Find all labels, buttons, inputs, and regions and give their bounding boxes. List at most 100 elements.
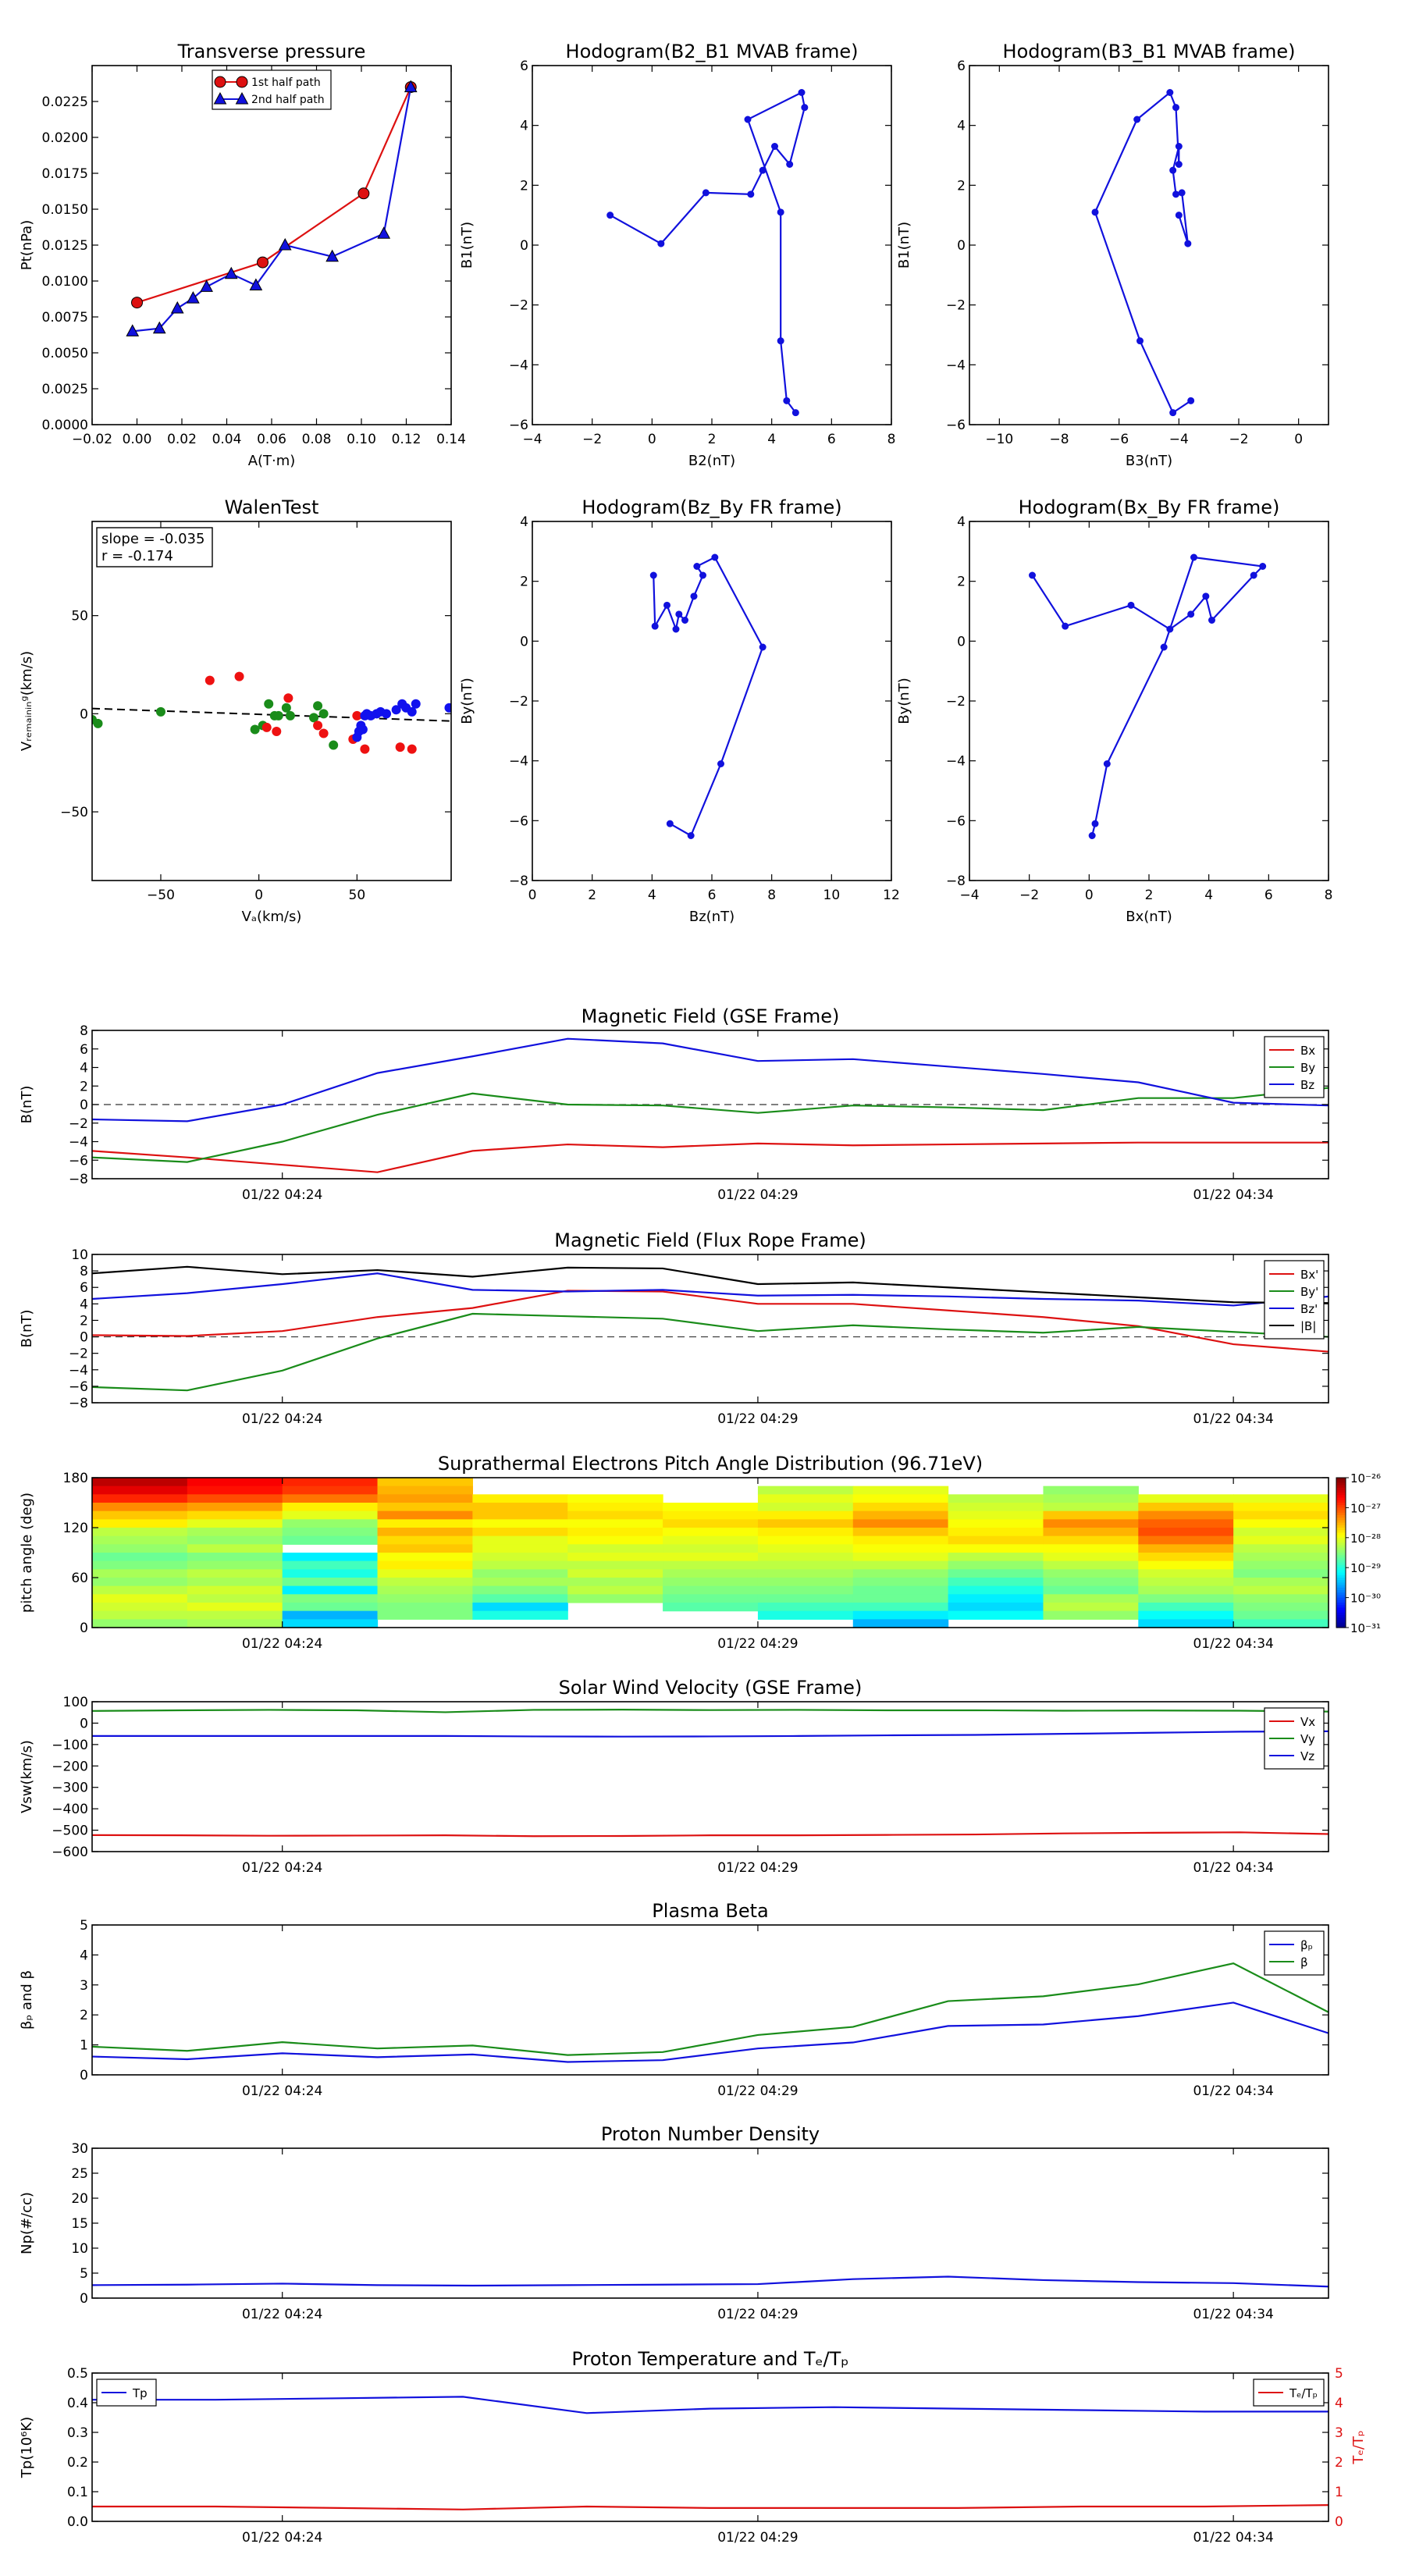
heat-cell [948,1569,1044,1578]
heat-cell [1233,1619,1329,1628]
heat-cell [948,1560,1044,1570]
heat-cell [948,1510,1044,1520]
x-tick-label: −2 [1229,432,1248,447]
heat-cell [187,1585,283,1595]
y-tick-label: 0.5 [67,2366,88,2382]
data-point [771,143,778,150]
data-point [681,617,688,624]
data-point [411,699,421,709]
y-tick-label: 6 [957,59,966,74]
x-tick-label: 0.14 [436,432,466,447]
y-tick-label: −6 [509,813,528,829]
heat-cell [377,1603,473,1612]
heat-cell [472,1494,568,1503]
data-point [382,709,392,719]
heat-cell [1233,1569,1329,1578]
data-point [693,563,701,570]
plot-area [92,2275,1329,2288]
heat-cell [187,1610,283,1620]
y-tick-label: 3 [80,1978,88,1994]
x-tick-label: 01/22 04:24 [242,1636,322,1652]
y2-tick-label: 5 [1335,2366,1343,2382]
y-tick-label: 2 [520,575,528,590]
x-tick-label: 0 [648,432,656,447]
y-tick-label: 2 [520,178,528,194]
data-point [329,740,339,750]
data-point [651,622,659,630]
x-tick-label: 01/22 04:24 [242,1860,322,1876]
heat-cell [852,1519,949,1528]
heat-cell [282,1578,379,1587]
heat-cell [92,1519,188,1528]
heat-cell [282,1478,379,1487]
data-point [1062,622,1069,630]
heat-cell [1043,1519,1139,1528]
series-line [92,2396,1329,2414]
y-tick-label: 0.0000 [42,418,88,433]
heat-cell [852,1603,949,1612]
heat-cell [472,1594,568,1603]
heat-cell [567,1528,663,1537]
heat-cell [663,1544,759,1553]
heat-cell [1043,1503,1139,1512]
data-point [717,760,724,767]
y-axis-label: Vsw(km/s) [19,1740,35,1813]
heat-cell [92,1544,188,1553]
chart-bgse: −8 −6 −4 −2 0 2 4 6 8 01/22 04:24 01/22 04:29 01/22… [19,1005,1329,1203]
plot-frame [969,521,1329,881]
heat-cell [187,1544,283,1553]
y-tick-label: 0.0 [67,2514,88,2530]
heat-cell [757,1535,854,1545]
x-tick-label: 01/22 04:34 [1193,2083,1273,2099]
heat-cell [663,1585,759,1595]
x-tick-label: −2 [582,432,602,447]
heat-cell [1233,1578,1329,1587]
data-point [357,724,368,735]
y-axis-label: B1(nT) [459,222,475,269]
x-tick-label: 0.10 [347,432,376,447]
heat-cell [948,1610,1044,1620]
heat-cell [852,1594,949,1603]
data-point [313,701,323,711]
data-point [1160,643,1168,651]
data-point [1091,820,1099,827]
chart-np: 0 5 10 15 20 25 30 01/22 04:24 01/22 04:29 01/22 … [19,2123,1329,2322]
heat-cell [1138,1544,1234,1553]
y-tick-label: 2 [957,178,966,194]
y-tick-label: 0 [80,1716,88,1731]
heat-cell [948,1553,1044,1562]
data-point [744,116,752,123]
y-tick-label: −4 [69,1363,88,1379]
y-tick-label: −300 [52,1781,88,1796]
y-tick-label: 4 [957,514,966,530]
heat-cell [187,1494,283,1503]
x-tick-label: −50 [147,888,175,903]
heat-cell [948,1503,1044,1512]
heat-cell [187,1594,283,1603]
heat-cell [92,1503,188,1512]
heat-cell [757,1594,854,1603]
heat-cell [567,1544,663,1553]
y-tick-label: 0.0175 [42,166,88,182]
y-tick-label: 4 [520,119,528,134]
y-tick-label: −6 [509,418,528,433]
data-point [313,720,323,731]
heat-cell [757,1610,854,1620]
y-tick-label: 0.2 [67,2455,88,2471]
data-point [93,718,103,728]
x-tick-label: 2 [588,888,596,903]
heat-cell [852,1610,949,1620]
y-tick-label: 6 [80,1042,88,1058]
heat-cell [377,1553,473,1562]
data-point [1166,89,1174,96]
series-line [92,1087,1329,1163]
series-line [132,87,412,333]
colorbar-tick-label: 10⁻³¹ [1350,1621,1381,1635]
heat-cell [92,1485,188,1495]
heat-cell [187,1560,283,1570]
data-point [777,208,784,216]
y-tick-label: −6 [69,1379,88,1395]
chart-title: Plasma Beta [652,1900,768,1922]
series-line [92,1290,1329,1353]
y-axis-label: Vᵣₑₘₐᵢₙᵢₙᵍ(km/s) [19,651,35,751]
